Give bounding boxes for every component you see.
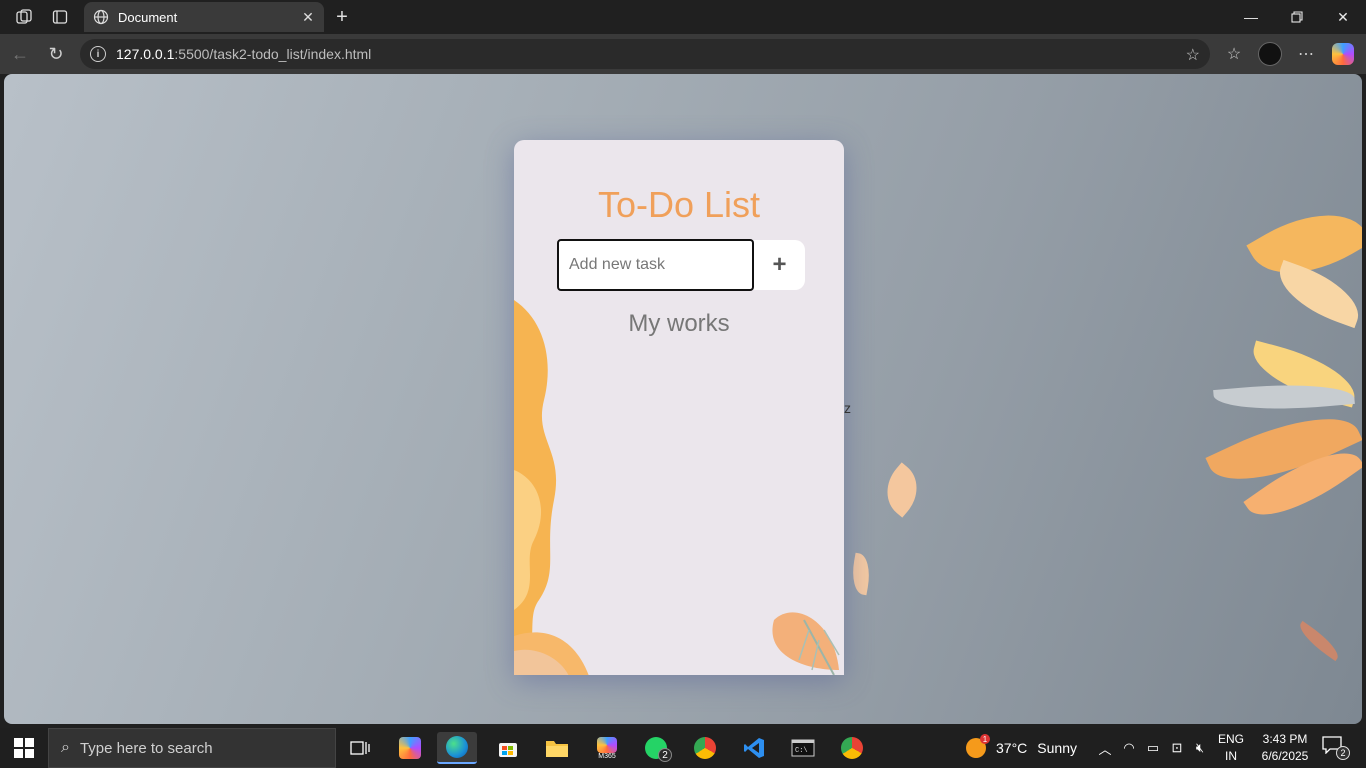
whatsapp-app-icon[interactable]: 2 bbox=[636, 732, 676, 764]
tab-title: Document bbox=[118, 9, 178, 25]
volume-muted-icon[interactable]: 🔇︎ bbox=[1190, 738, 1210, 758]
profile-avatar[interactable] bbox=[1258, 42, 1282, 66]
browser-titlebar: Document ✕ + — ✕ bbox=[0, 0, 1366, 34]
minimize-icon[interactable]: — bbox=[1228, 0, 1274, 34]
decorative-leaf bbox=[1269, 259, 1362, 329]
store-app-icon[interactable] bbox=[488, 732, 528, 764]
vscode-app-icon[interactable] bbox=[734, 732, 774, 764]
decorative-wave bbox=[514, 300, 557, 675]
terminal-app-icon[interactable]: C:\ bbox=[783, 732, 823, 764]
clock-time: 3:43 PM bbox=[1262, 732, 1308, 746]
svg-text:C:\: C:\ bbox=[795, 747, 808, 755]
back-icon[interactable]: ← bbox=[8, 42, 32, 66]
chrome-profile-app-icon[interactable] bbox=[832, 732, 872, 764]
page-viewport: To-Do List + My works z bbox=[4, 74, 1362, 724]
chrome-app-icon[interactable] bbox=[685, 732, 725, 764]
weather-temp: 37°C bbox=[996, 740, 1028, 756]
network-icon[interactable]: ◠ bbox=[1119, 738, 1139, 758]
show-hidden-icons-icon[interactable]: ︿ bbox=[1095, 738, 1115, 758]
edge-app-icon[interactable] bbox=[437, 732, 477, 764]
favorites-icon[interactable]: ☆ bbox=[1222, 42, 1246, 66]
workspaces-icon[interactable] bbox=[12, 5, 36, 29]
favorite-star-icon[interactable]: ☆ bbox=[1186, 45, 1200, 65]
copilot-icon[interactable] bbox=[1331, 42, 1355, 66]
file-explorer-icon[interactable] bbox=[537, 732, 577, 764]
section-title: My works bbox=[628, 310, 730, 337]
more-options-icon[interactable]: ⋯ bbox=[1294, 42, 1318, 66]
stray-text: z bbox=[844, 400, 851, 416]
search-icon: ⌕ bbox=[61, 739, 70, 756]
decorative-leaf bbox=[848, 552, 874, 596]
todo-card: To-Do List + My works bbox=[514, 140, 844, 675]
add-task-button[interactable]: + bbox=[754, 240, 805, 290]
new-task-input[interactable] bbox=[557, 239, 754, 291]
address-bar-row: ← ↻ i 127.0.0.1:5500/task2-todo_list/ind… bbox=[0, 34, 1366, 74]
refresh-icon[interactable]: ↻ bbox=[44, 42, 68, 66]
address-bar[interactable]: i 127.0.0.1:5500/task2-todo_list/index.h… bbox=[80, 39, 1210, 69]
site-info-icon[interactable]: i bbox=[90, 46, 106, 62]
page-title: To-Do List bbox=[597, 184, 761, 225]
clock-date: 6/6/2025 bbox=[1261, 749, 1309, 763]
search-placeholder: Type here to search bbox=[79, 739, 213, 757]
new-tab-icon[interactable]: + bbox=[330, 5, 354, 29]
meet-now-icon[interactable]: ⊡ bbox=[1167, 738, 1187, 758]
system-clock[interactable]: 3:43 PM 6/6/2025 bbox=[1250, 731, 1320, 765]
decorative-leaf bbox=[874, 462, 930, 518]
language-indicator[interactable]: ENG IN bbox=[1214, 731, 1248, 765]
tab-actions-icon[interactable] bbox=[48, 5, 72, 29]
task-view-icon[interactable] bbox=[340, 732, 380, 764]
close-window-icon[interactable]: ✕ bbox=[1320, 0, 1366, 34]
weather-sun-icon: 1 bbox=[966, 734, 990, 758]
url-text: 127.0.0.1:5500/task2-todo_list/index.htm… bbox=[116, 46, 372, 62]
decorative-leaf bbox=[772, 612, 840, 675]
close-tab-icon[interactable]: ✕ bbox=[300, 9, 316, 25]
tab-document[interactable]: Document ✕ bbox=[84, 2, 324, 32]
taskbar-search[interactable]: ⌕ Type here to search bbox=[48, 728, 336, 768]
windows-start-icon[interactable] bbox=[14, 738, 34, 758]
restore-icon[interactable] bbox=[1274, 0, 1320, 34]
whatsapp-badge: 2 bbox=[658, 748, 672, 762]
notification-count: 2 bbox=[1336, 746, 1350, 760]
taskbar: ⌕ Type here to search M365 2 C:\ 1 37°C … bbox=[0, 728, 1366, 768]
m365-app-icon[interactable]: M365 bbox=[587, 732, 627, 764]
battery-icon[interactable]: ▭ bbox=[1143, 738, 1163, 758]
notification-center-icon[interactable]: 2 bbox=[1322, 736, 1350, 760]
copilot-app-icon[interactable] bbox=[390, 732, 430, 764]
decorative-wave bbox=[514, 632, 589, 675]
globe-icon bbox=[92, 8, 110, 26]
weather-desc: Sunny bbox=[1037, 740, 1077, 756]
decorative-leaf bbox=[1294, 620, 1344, 662]
weather-widget[interactable]: 1 37°C Sunny bbox=[966, 728, 1077, 768]
